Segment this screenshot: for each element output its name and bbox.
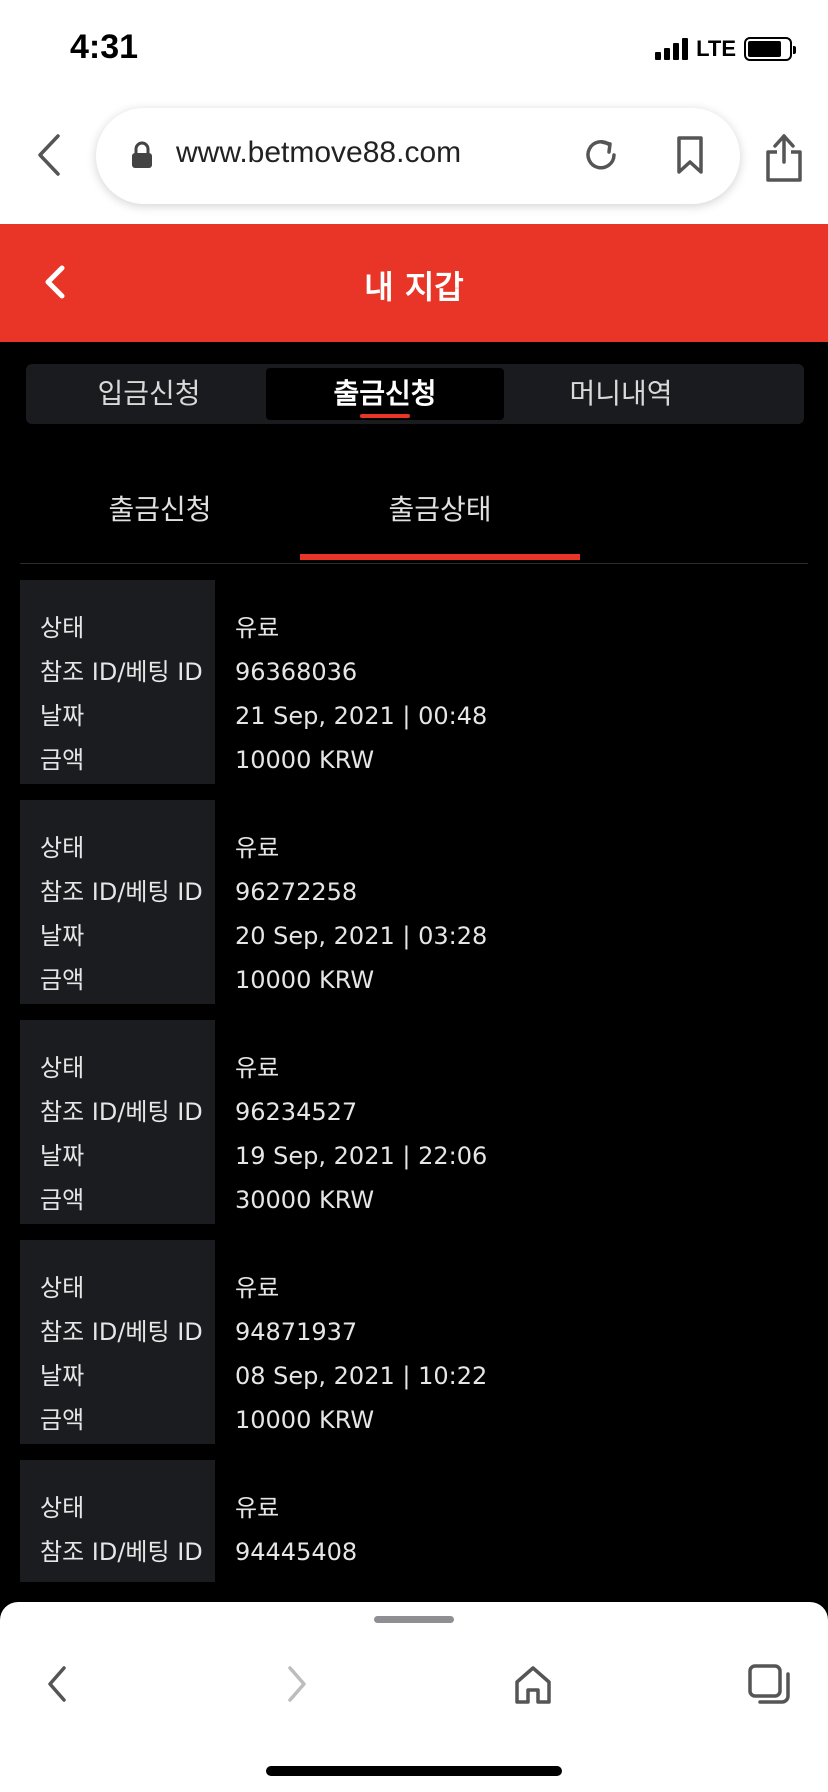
- home-indicator: [266, 1766, 562, 1776]
- value-date: 08 Sep, 2021 | 10:22: [235, 1362, 488, 1390]
- label-status: 상태: [40, 1054, 85, 1082]
- list-item: 상태 참조 ID/베팅 ID 날짜 금액 유료 94445408: [20, 1460, 808, 1582]
- reload-icon[interactable]: [580, 134, 622, 176]
- tab-active-indicator: [360, 414, 410, 418]
- value-status: 유료: [235, 614, 280, 642]
- back-icon[interactable]: [40, 1662, 76, 1706]
- label-ref-id: 참조 ID/베팅 ID: [40, 1318, 203, 1346]
- label-status: 상태: [40, 614, 85, 642]
- tabs-icon[interactable]: [746, 1662, 792, 1708]
- wallet-tabs: 입금신청 출금신청 머니내역: [26, 364, 804, 424]
- url-text: www.betmove88.com: [176, 136, 462, 169]
- record-values: 유료 96234527 19 Sep, 2021 | 22:06 30000 K…: [215, 1020, 808, 1224]
- bookmark-icon[interactable]: [672, 134, 708, 176]
- label-amount: 금액: [40, 966, 85, 994]
- record-values: 유료 94445408: [215, 1460, 808, 1582]
- withdraw-sub-tabs: 출금신청 출금상태: [20, 470, 808, 564]
- value-ref-id: 94871937: [235, 1318, 358, 1346]
- forward-icon[interactable]: [278, 1662, 314, 1706]
- share-icon[interactable]: [762, 128, 806, 184]
- battery-icon: [744, 37, 796, 61]
- list-item: 상태 참조 ID/베팅 ID 날짜 금액 유료 96272258 20 Sep,…: [20, 800, 808, 1004]
- value-status: 유료: [235, 1274, 280, 1302]
- value-date: 21 Sep, 2021 | 00:48: [235, 702, 488, 730]
- subtab-withdraw-status[interactable]: 출금상태: [300, 488, 580, 528]
- browser-back-icon[interactable]: [30, 130, 70, 180]
- value-status: 유료: [235, 1494, 280, 1522]
- value-amount: 10000 KRW: [235, 966, 375, 994]
- list-item: 상태 참조 ID/베팅 ID 날짜 금액 유료 94871937 08 Sep,…: [20, 1240, 808, 1444]
- page-title: 내 지갑: [364, 268, 464, 306]
- network-type: LTE: [696, 36, 736, 61]
- status-bar: 4:31 LTE: [0, 0, 828, 100]
- withdraw-records-list: 상태 참조 ID/베팅 ID 날짜 금액 유료 96368036 21 Sep,…: [20, 580, 808, 1582]
- tab-money-history[interactable]: 머니내역: [502, 368, 740, 420]
- subtab-active-indicator: [300, 554, 580, 560]
- tab-withdraw[interactable]: 출금신청: [266, 368, 504, 420]
- tab-withdraw-label: 출금신청: [333, 377, 437, 410]
- browser-toolbar: www.betmove88.com: [0, 100, 828, 224]
- value-status: 유료: [235, 834, 280, 862]
- label-date: 날짜: [40, 922, 85, 950]
- label-status: 상태: [40, 1494, 85, 1522]
- record-labels: 상태 참조 ID/베팅 ID 날짜 금액: [20, 580, 215, 784]
- list-item: 상태 참조 ID/베팅 ID 날짜 금액 유료 96234527 19 Sep,…: [20, 1020, 808, 1224]
- record-labels: 상태 참조 ID/베팅 ID 날짜 금액: [20, 1460, 215, 1582]
- value-amount: 30000 KRW: [235, 1186, 375, 1214]
- home-icon[interactable]: [512, 1662, 554, 1706]
- record-labels: 상태 참조 ID/베팅 ID 날짜 금액: [20, 1240, 215, 1444]
- subtab-withdraw-request[interactable]: 출금신청: [20, 488, 300, 528]
- label-ref-id: 참조 ID/베팅 ID: [40, 878, 203, 906]
- label-date: 날짜: [40, 702, 85, 730]
- value-ref-id: 96368036: [235, 658, 358, 686]
- value-date: 20 Sep, 2021 | 03:28: [235, 922, 488, 950]
- record-labels: 상태 참조 ID/베팅 ID 날짜 금액: [20, 1020, 215, 1224]
- value-amount: 10000 KRW: [235, 746, 375, 774]
- browser-bottom-toolbar: [0, 1602, 828, 1792]
- tab-deposit[interactable]: 입금신청: [30, 368, 268, 420]
- label-ref-id: 참조 ID/베팅 ID: [40, 1098, 203, 1126]
- sheet-grabber[interactable]: [374, 1616, 454, 1623]
- label-date: 날짜: [20, 1574, 215, 1582]
- record-labels: 상태 참조 ID/베팅 ID 날짜 금액: [20, 800, 215, 1004]
- app-header: 내 지갑: [0, 224, 828, 342]
- value-date: [235, 1574, 808, 1582]
- label-ref-id: 참조 ID/베팅 ID: [40, 1538, 203, 1566]
- status-time: 4:31: [70, 28, 139, 66]
- label-amount: 금액: [40, 1406, 85, 1434]
- list-item: 상태 참조 ID/베팅 ID 날짜 금액 유료 96368036 21 Sep,…: [20, 580, 808, 784]
- label-date: 날짜: [40, 1362, 85, 1390]
- signal-icon: [655, 38, 689, 60]
- record-values: 유료 94871937 08 Sep, 2021 | 10:22 10000 K…: [215, 1240, 808, 1444]
- label-date: 날짜: [40, 1142, 85, 1170]
- value-ref-id: 96272258: [235, 878, 358, 906]
- lock-icon: [132, 141, 152, 168]
- value-date: 19 Sep, 2021 | 22:06: [235, 1142, 488, 1170]
- status-indicators: LTE: [655, 36, 796, 62]
- value-ref-id: 94445408: [235, 1538, 358, 1566]
- record-values: 유료 96368036 21 Sep, 2021 | 00:48 10000 K…: [215, 580, 808, 784]
- address-bar[interactable]: www.betmove88.com: [96, 108, 740, 204]
- value-status: 유료: [235, 1054, 280, 1082]
- label-amount: 금액: [40, 746, 85, 774]
- value-ref-id: 96234527: [235, 1098, 358, 1126]
- label-ref-id: 참조 ID/베팅 ID: [40, 658, 203, 686]
- label-amount: 금액: [40, 1186, 85, 1214]
- label-status: 상태: [40, 1274, 85, 1302]
- value-amount: 10000 KRW: [235, 1406, 375, 1434]
- record-values: 유료 96272258 20 Sep, 2021 | 03:28 10000 K…: [215, 800, 808, 1004]
- label-status: 상태: [40, 834, 85, 862]
